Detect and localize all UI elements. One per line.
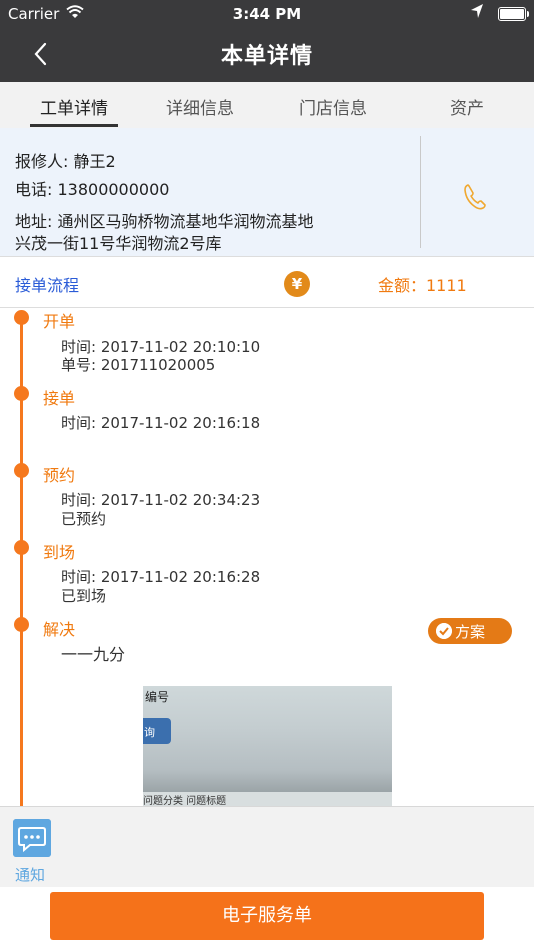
- step-title-open: 开单: [43, 312, 76, 331]
- timeline-dot: [14, 386, 29, 401]
- timeline-dot: [14, 617, 29, 632]
- notice-label[interactable]: 通知: [15, 864, 45, 885]
- photo-text-top: 编号: [145, 690, 170, 704]
- reporter-phone: 电话: 13800000000: [15, 180, 170, 199]
- tab-detail-info[interactable]: 详细信息: [156, 94, 244, 119]
- step-detail-order-no: 单号: 201711020005: [61, 356, 216, 374]
- plan-button[interactable]: 方案: [428, 618, 512, 644]
- timeline-dot: [14, 463, 29, 478]
- order-flow-bar: 接单流程 ¥ 金额：1111: [0, 256, 534, 308]
- nav-header: Carrier 3:44 PM 本单详情: [0, 0, 534, 82]
- step-title-appointment: 预约: [43, 466, 76, 485]
- location-arrow-icon: [471, 4, 483, 18]
- step-detail-time: 时间: 2017-11-02 20:10:10: [61, 338, 261, 356]
- step-detail-status: 已预约: [61, 510, 107, 528]
- footer: 通知 电子服务单: [0, 806, 534, 950]
- order-flow-label: 接单流程: [15, 276, 80, 295]
- step-detail-time: 时间: 2017-11-02 20:16:18: [61, 414, 261, 432]
- yen-icon: ¥: [284, 271, 310, 297]
- status-bar: Carrier 3:44 PM: [0, 0, 534, 28]
- address-line-2: 兴茂一街11号华润物流2号库: [15, 234, 222, 253]
- tab-assets[interactable]: 资产: [433, 94, 501, 119]
- photo-text-bottom: 问题分类 问题标题: [143, 792, 392, 806]
- active-tab-indicator: [30, 124, 118, 127]
- step-title-arrival: 到场: [43, 543, 76, 562]
- timeline-dot: [14, 310, 29, 325]
- message-notice-icon[interactable]: [13, 819, 51, 857]
- step-detail-time: 时间: 2017-11-02 20:34:23: [61, 491, 261, 509]
- battery-icon: [498, 7, 529, 21]
- clock: 3:44 PM: [232, 5, 302, 23]
- page-title: 本单详情: [220, 44, 313, 69]
- order-timeline: 开单 时间: 2017-11-02 20:10:10 单号: 201711020…: [0, 306, 534, 806]
- phone-call-icon[interactable]: [460, 182, 490, 212]
- plan-button-label: 方案: [455, 623, 486, 641]
- notice-bar: 通知: [0, 806, 534, 887]
- tab-bar: 工单详情 详细信息 门店信息 资产: [0, 82, 534, 128]
- address-line-1: 地址: 通州区马驹桥物流基地华润物流基地: [15, 212, 314, 231]
- amount-label: 金额：1111: [378, 276, 467, 295]
- tab-order-details[interactable]: 工单详情: [30, 94, 118, 119]
- timeline-dot: [14, 540, 29, 555]
- step-detail-note: 一一九分: [61, 645, 126, 664]
- step-title-resolve: 解决: [43, 620, 76, 639]
- step-title-accept: 接单: [43, 389, 76, 408]
- photo-text-button: 询: [144, 726, 155, 739]
- step-detail-status: 已到场: [61, 587, 107, 605]
- step-detail-time: 时间: 2017-11-02 20:16:28: [61, 568, 261, 586]
- solution-photo[interactable]: 编号 询 问题分类 问题标题: [143, 686, 392, 806]
- reporter-info-card: 报修人: 静王2 电话: 13800000000 地址: 通州区马驹桥物流基地华…: [0, 128, 534, 256]
- reporter-name: 报修人: 静王2: [15, 152, 116, 171]
- info-divider: [420, 136, 421, 248]
- tab-store-info[interactable]: 门店信息: [289, 94, 377, 119]
- e-service-order-button[interactable]: 电子服务单: [50, 892, 484, 940]
- check-icon: [436, 623, 452, 639]
